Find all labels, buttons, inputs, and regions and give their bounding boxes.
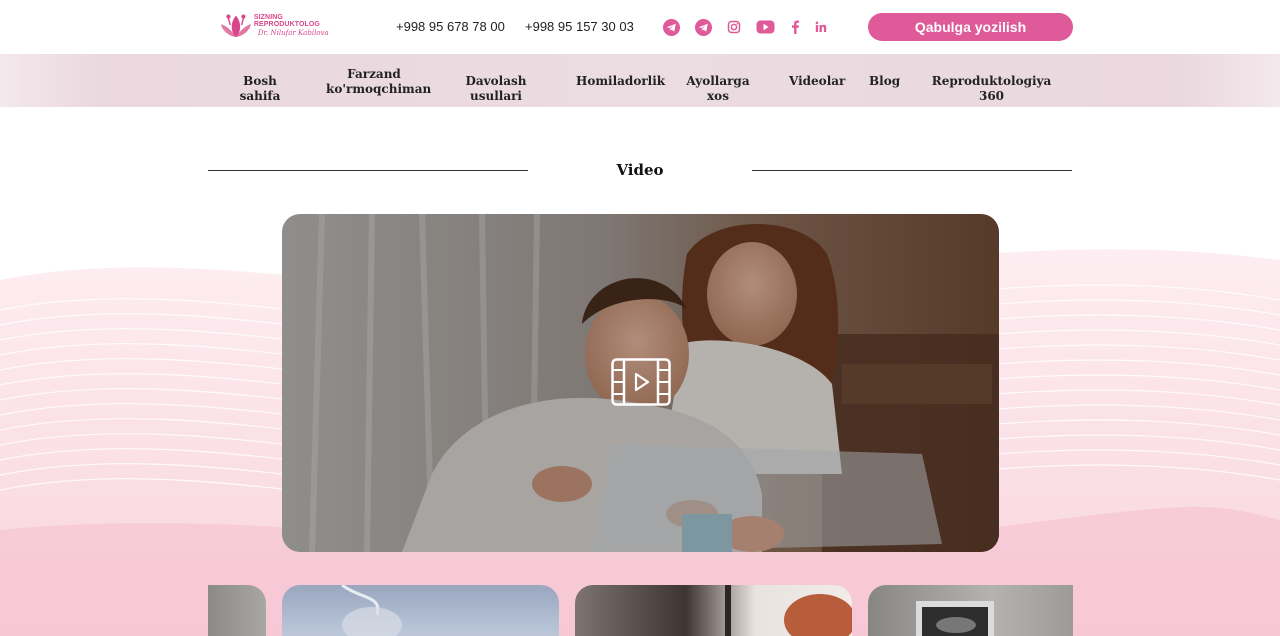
nav-item-want-child[interactable]: Farzand ko'rmoqchiman [326, 67, 431, 97]
telegram-icon[interactable] [663, 17, 680, 37]
video-thumbnail[interactable] [575, 585, 852, 636]
telegram-icon[interactable] [695, 17, 712, 37]
nav-item-home[interactable]: Bosh sahifa [227, 74, 293, 104]
linkedin-icon[interactable] [815, 17, 827, 37]
nav-item-reproductology-360[interactable]: Reproduktologiya 360 [928, 74, 1055, 104]
logo[interactable]: SIZNING REPRODUKTOLOG Dr. Nilufar Kabilo… [220, 9, 345, 41]
nav-item-pregnancy[interactable]: Homiladorlik [576, 74, 665, 89]
video-thumbnail[interactable] [868, 585, 1073, 636]
nav-item-womens-health[interactable]: Ayollarga xos [680, 74, 756, 104]
social-links [663, 17, 842, 37]
main-video-card[interactable] [282, 214, 999, 552]
nav-item-label-line1: Farzand [347, 67, 401, 81]
youtube-icon[interactable] [756, 17, 775, 37]
video-thumbnail-image [916, 601, 994, 636]
logo-lotus-icon [220, 14, 251, 38]
video-thumbnail[interactable] [282, 585, 559, 636]
video-play-icon[interactable] [611, 358, 671, 406]
facebook-icon[interactable] [790, 17, 800, 37]
video-thumbnail-image [341, 585, 402, 636]
video-thumbnail-image [725, 585, 852, 636]
section-title: Video [616, 161, 664, 179]
nav-item-treatments[interactable]: Davolash usullari [446, 74, 546, 104]
nav-item-label-line2: ko'rmoqchiman [326, 82, 432, 96]
logo-title: SIZNING REPRODUKTOLOG [253, 13, 320, 28]
top-bar: SIZNING REPRODUKTOLOG Dr. Nilufar Kabilo… [0, 0, 1280, 54]
video-thumbnail[interactable] [208, 585, 266, 636]
book-appointment-button[interactable]: Qabulga yozilish [868, 13, 1073, 41]
instagram-icon[interactable] [727, 17, 741, 37]
phone-link-2[interactable]: +998 95 157 30 03 [525, 19, 634, 34]
nav-item-videos[interactable]: Videolar [789, 74, 845, 89]
main-nav: Bosh sahifa Farzand ko'rmoqchiman Davola… [0, 54, 1280, 107]
logo-subtitle: Dr. Nilufar Kabilova [257, 28, 329, 37]
phone-link-1[interactable]: +998 95 678 78 00 [396, 19, 505, 34]
nav-item-blog[interactable]: Blog [869, 74, 900, 89]
